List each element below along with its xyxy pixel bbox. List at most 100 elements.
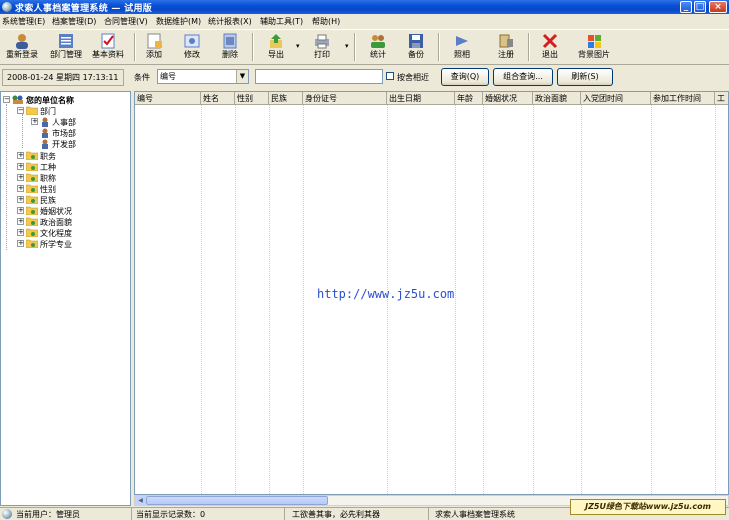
- column-header[interactable]: 入党团时间: [581, 92, 651, 105]
- tree-item-dept[interactable]: − 部门: [17, 106, 127, 117]
- tree-item-market[interactable]: 市场部: [31, 128, 127, 139]
- menu-report[interactable]: 统计报表(X): [208, 16, 252, 27]
- save-disk-icon: [409, 34, 423, 48]
- edit-icon: [184, 34, 200, 48]
- column-header[interactable]: 年龄: [455, 92, 483, 105]
- separator: [252, 33, 254, 61]
- export-dropdown-icon[interactable]: ▾: [296, 42, 300, 50]
- exit-button[interactable]: 退出: [530, 32, 570, 64]
- column-header[interactable]: 工: [715, 92, 728, 105]
- tree-item-major[interactable]: + 所学专业: [17, 239, 127, 250]
- column-header[interactable]: 身份证号: [303, 92, 387, 105]
- maximize-button[interactable]: □: [694, 1, 706, 13]
- tree-item-hr[interactable]: + 人事部: [31, 117, 127, 128]
- tree-line: [22, 114, 23, 148]
- person-icon: [42, 139, 48, 149]
- column-header[interactable]: 出生日期: [387, 92, 455, 105]
- dept-manage-button[interactable]: 部门管理: [46, 32, 86, 64]
- expand-icon[interactable]: +: [17, 174, 24, 181]
- menu-contract[interactable]: 合同管理(V): [104, 16, 148, 27]
- add-button[interactable]: 添加: [134, 32, 174, 64]
- expand-icon[interactable]: +: [17, 240, 24, 247]
- tree-item-title[interactable]: + 职称: [17, 173, 127, 184]
- expand-icon[interactable]: +: [17, 196, 24, 203]
- edit-button[interactable]: 修改: [172, 32, 212, 64]
- add-document-icon: [147, 33, 162, 49]
- close-button[interactable]: ×: [709, 1, 727, 13]
- folder-icon: [26, 228, 38, 237]
- collapse-icon[interactable]: −: [3, 96, 10, 103]
- column-header[interactable]: 编号: [135, 92, 201, 105]
- chevron-down-icon[interactable]: ▼: [236, 70, 248, 83]
- expand-icon[interactable]: +: [31, 118, 38, 125]
- condition-label: 条件: [134, 73, 150, 82]
- combo-query-button[interactable]: 组合查询...: [493, 68, 553, 86]
- keyword-input[interactable]: [255, 69, 383, 84]
- condition-select[interactable]: 编号 ▼: [157, 69, 249, 84]
- refresh-button[interactable]: 刷新(S): [557, 68, 613, 86]
- stats-button[interactable]: 统计: [358, 32, 398, 64]
- basic-info-button[interactable]: 基本资料: [88, 32, 128, 64]
- column-header[interactable]: 婚姻状况: [483, 92, 533, 105]
- site-logo: JZ5U绿色下载站www.jz5u.com: [570, 499, 726, 515]
- export-button[interactable]: 导出: [256, 32, 296, 64]
- app-icon: [2, 2, 12, 12]
- menu-archive[interactable]: 档案管理(D): [52, 16, 96, 27]
- expand-icon[interactable]: +: [17, 185, 24, 192]
- column-header[interactable]: 姓名: [201, 92, 235, 105]
- column-header[interactable]: 民族: [269, 92, 303, 105]
- tree-item-position[interactable]: + 职务: [17, 151, 127, 162]
- column-header[interactable]: 政治面貌: [533, 92, 581, 105]
- folder-icon: [26, 239, 38, 248]
- delete-button[interactable]: 删除: [210, 32, 250, 64]
- column-line: [269, 105, 270, 494]
- relogin-button[interactable]: 重新登录: [2, 32, 42, 64]
- column-header[interactable]: 参加工作时间: [651, 92, 715, 105]
- background-image-button[interactable]: 背景图片: [574, 32, 614, 64]
- expand-icon[interactable]: +: [17, 229, 24, 236]
- list-icon: [59, 34, 73, 48]
- scroll-left-icon[interactable]: ◀: [135, 496, 146, 505]
- grid-header: 编号 姓名 性别 民族 身份证号 出生日期 年龄 婚姻状况 政治面貌 入党团时间…: [135, 92, 728, 105]
- tree-item-education[interactable]: + 文化程度: [17, 228, 127, 239]
- print-button[interactable]: 打印: [302, 32, 342, 64]
- column-line: [483, 105, 484, 494]
- fuzzy-checkbox[interactable]: [386, 72, 394, 80]
- column-line: [235, 105, 236, 494]
- expand-icon[interactable]: +: [17, 218, 24, 225]
- scroll-thumb[interactable]: [146, 496, 328, 505]
- folder-icon: [26, 217, 38, 226]
- tree-item-political[interactable]: + 政治面貌: [17, 217, 127, 228]
- tree-root[interactable]: − 您的单位名称: [3, 95, 130, 106]
- expand-icon[interactable]: +: [17, 152, 24, 159]
- query-button[interactable]: 查询(Q): [441, 68, 489, 86]
- menu-data[interactable]: 数据维护(M): [156, 16, 201, 27]
- expand-icon[interactable]: +: [17, 163, 24, 170]
- expand-icon[interactable]: +: [17, 207, 24, 214]
- column-header[interactable]: 性别: [235, 92, 269, 105]
- print-dropdown-icon[interactable]: ▾: [345, 42, 349, 50]
- records-grid: 编号 姓名 性别 民族 身份证号 出生日期 年龄 婚姻状况 政治面貌 入党团时间…: [134, 91, 729, 495]
- tree-item-jobtype[interactable]: + 工种: [17, 162, 127, 173]
- exit-icon: [542, 33, 558, 49]
- collapse-icon[interactable]: −: [17, 107, 24, 114]
- tree-item-marital[interactable]: + 婚姻状况: [17, 206, 127, 217]
- menu-tools[interactable]: 辅助工具(T): [260, 16, 303, 27]
- minimize-button[interactable]: _: [680, 1, 692, 13]
- menu-system[interactable]: 系统管理(E): [2, 16, 45, 27]
- tree-item-dev[interactable]: 开发部: [31, 139, 127, 150]
- title-bar[interactable]: 求索人事档案管理系统 — 试用版 _ □ ×: [0, 0, 729, 14]
- toolbar: 重新登录 部门管理 基本资料 添加 修改 删除 导出 ▾ 打印 ▾ 统计 备份 …: [0, 29, 729, 65]
- menu-bar: 系统管理(E) 档案管理(D) 合同管理(V) 数据维护(M) 统计报表(X) …: [0, 14, 729, 28]
- backup-button[interactable]: 备份: [396, 32, 436, 64]
- column-line: [201, 105, 202, 494]
- windows-logo-icon: [588, 35, 601, 48]
- register-button[interactable]: 注册: [486, 32, 526, 64]
- menu-help[interactable]: 帮助(H): [312, 16, 340, 27]
- tree-item-ethnic[interactable]: + 民族: [17, 195, 127, 206]
- photo-button[interactable]: 照相: [442, 32, 482, 64]
- tree-item-gender[interactable]: + 性别: [17, 184, 127, 195]
- org-tree: − 您的单位名称 − 部门 + 人事部 市场部 开发部 + 职务 + 工种 + 职称 …: [0, 91, 131, 506]
- separator: [284, 508, 285, 520]
- datetime-display: 2008-01-24 星期四 17:13:11: [2, 69, 124, 86]
